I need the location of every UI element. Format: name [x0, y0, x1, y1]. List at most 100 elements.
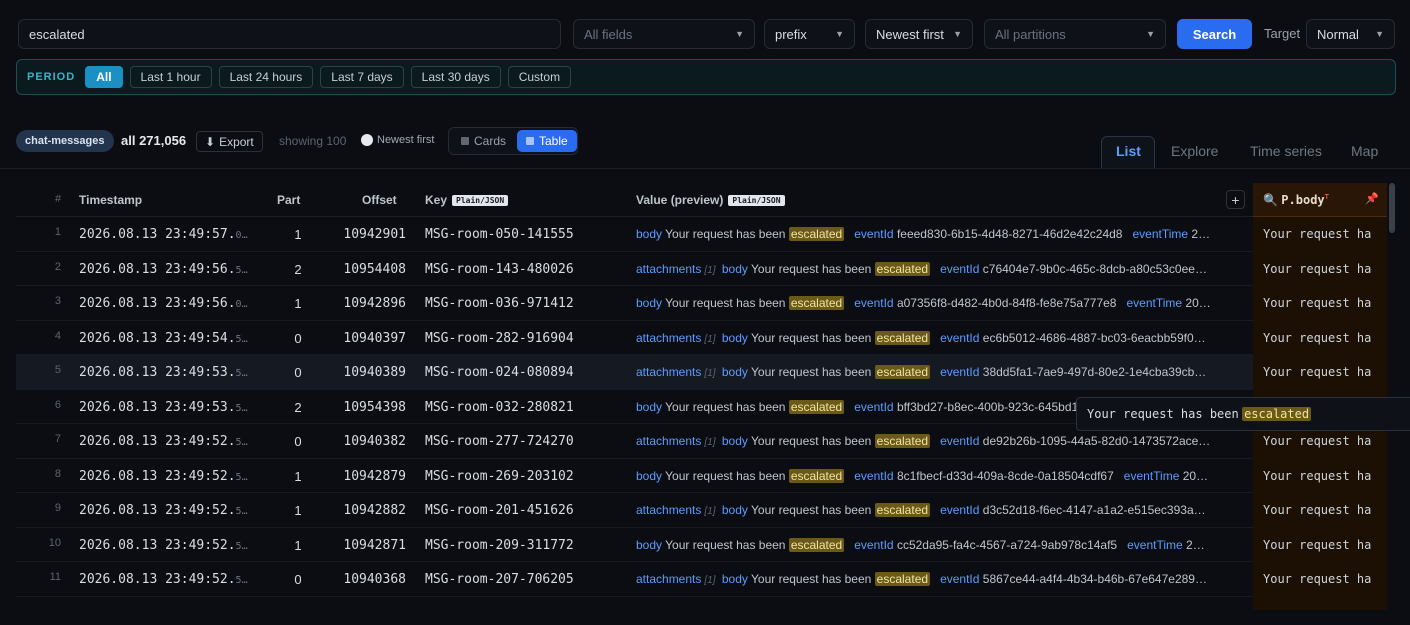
pinned-type-marker: T	[1324, 194, 1329, 201]
partitions-select[interactable]: All partitions ▼	[984, 19, 1166, 49]
pin-icon[interactable]: 📌	[1365, 192, 1379, 205]
timestamp-text: 2026.08.13 23:49:53.	[79, 399, 236, 415]
table-row[interactable]: 6 2026.08.13 23:49:53.5… 2 10954398 MSG-room…	[16, 390, 1253, 424]
pinned-body-cell[interactable]: Your request ha	[1263, 227, 1371, 241]
col-value[interactable]: Value (preview) Plain/JSON	[636, 193, 785, 207]
pinned-column-header[interactable]: 🔍 P.bodyT 📌	[1253, 183, 1387, 217]
row-number: 10	[48, 536, 61, 549]
topic-chip[interactable]: chat-messages	[16, 130, 114, 152]
pinned-body-cell[interactable]: Your request ha	[1263, 572, 1371, 586]
tooltip-text: Your request has been	[1087, 407, 1239, 421]
attachments-count: [1]	[704, 506, 716, 517]
body-key: body	[721, 434, 748, 448]
sort-label: Newest first	[876, 26, 944, 42]
timestamp-text: 2026.08.13 23:49:52.	[79, 537, 236, 553]
target-select[interactable]: Normal ▼	[1306, 19, 1395, 49]
match-highlight: escalated	[874, 261, 931, 276]
col-part[interactable]: Part	[277, 193, 300, 207]
eventtime-key: eventTime	[1132, 227, 1189, 241]
table-row[interactable]: 9 2026.08.13 23:49:52.5… 1 10942882 MSG-room…	[16, 493, 1253, 528]
eventtime-key: eventTime	[1123, 468, 1180, 483]
row-timestamp: 2026.08.13 23:49:53.5…	[79, 400, 248, 415]
tab-time-series[interactable]: Time series	[1250, 143, 1322, 159]
row-timestamp: 2026.08.13 23:49:53.5…	[79, 365, 248, 380]
order-toggle[interactable]: Newest first	[361, 134, 434, 146]
table-row[interactable]: 11 2026.08.13 23:49:52.5… 0 10940368 MSG-roo…	[16, 562, 1253, 597]
value-format-badge[interactable]: Plain/JSON	[728, 195, 785, 206]
period-option[interactable]: All	[85, 66, 123, 88]
timestamp-text: 2026.08.13 23:49:52.	[79, 434, 236, 449]
pinned-body-cell[interactable]: Your request ha	[1263, 503, 1371, 517]
search-button[interactable]: Search	[1177, 19, 1252, 49]
row-value-preview: attachments [1] body Your request has bee…	[636, 434, 1211, 448]
period-option[interactable]: Custom	[507, 66, 572, 88]
fields-select[interactable]: All fields ▼	[573, 19, 755, 49]
eventid-value: ec6b5012-4686-4887-bc03-6eacbb59f05…	[982, 330, 1211, 345]
col-key[interactable]: Key Plain/JSON	[425, 193, 509, 207]
pinned-body-cell[interactable]: Your request ha	[1263, 296, 1371, 310]
download-icon: ⬇	[205, 134, 216, 149]
search-query-text: escalated	[29, 26, 85, 42]
topic-name: chat-messages	[25, 135, 105, 147]
table-row[interactable]: 10 2026.08.13 23:49:52.5… 1 10942871 MSG-roo…	[16, 528, 1253, 562]
row-key: MSG-room-024-080894	[425, 365, 574, 380]
table-row[interactable]: 7 2026.08.13 23:49:52.5… 0 10940382 MSG-room…	[16, 424, 1253, 459]
tab-map[interactable]: Map	[1351, 143, 1378, 159]
eventid-value: a07356f8-d482-4b0d-84f8-fe8e75a777e8	[896, 296, 1117, 310]
view-table-button[interactable]: Table	[517, 130, 577, 152]
pinned-body-cell[interactable]: Your request ha	[1263, 434, 1371, 448]
row-key: MSG-room-282-916904	[425, 330, 574, 346]
pinned-body-cell[interactable]: Your request ha	[1263, 262, 1371, 276]
col-offset[interactable]: Offset	[362, 193, 397, 207]
body-key: body	[721, 572, 748, 586]
timestamp-text: 2026.08.13 23:49:57.	[79, 227, 236, 242]
table-row[interactable]: 1 2026.08.13 23:49:57.0… 1 10942901 MSG-room…	[16, 217, 1253, 252]
tab-explore[interactable]: Explore	[1171, 143, 1218, 159]
chevron-down-icon: ▼	[1146, 29, 1155, 39]
row-number: 11	[49, 571, 61, 583]
sort-select[interactable]: Newest first ▼	[865, 19, 973, 49]
eventid-value: 8c1fbecf-d33d-409a-8cde-0a18504cdf67	[896, 468, 1114, 483]
table-row[interactable]: 3 2026.08.13 23:49:56.0… 1 10942896 MSG-room…	[16, 286, 1253, 321]
eventtime-key: eventTime	[1127, 537, 1183, 552]
period-option[interactable]: Last 30 days	[410, 66, 501, 88]
period-option[interactable]: Last 1 hour	[129, 66, 212, 88]
tab-list[interactable]: List	[1116, 143, 1141, 159]
table-row[interactable]: 2 2026.08.13 23:49:56.5… 2 10954408 MSG-room…	[16, 252, 1253, 286]
table-row[interactable]: 8 2026.08.13 23:49:52.5… 1 10942879 MSG-room…	[16, 459, 1253, 493]
col-timestamp[interactable]: Timestamp	[79, 193, 142, 207]
pinned-column-name: P.body	[1281, 193, 1325, 207]
add-column-button[interactable]: +	[1226, 190, 1245, 209]
period-label: PERIOD	[27, 71, 76, 83]
eventid-key: eventId	[940, 365, 980, 379]
period-option[interactable]: Last 24 hours	[218, 66, 314, 88]
table-row[interactable]: 4 2026.08.13 23:49:54.5… 0 10940397 MSG-room…	[16, 321, 1253, 355]
body-key: body	[636, 537, 663, 552]
pinned-body-cell[interactable]: Your request ha	[1263, 365, 1371, 379]
body-key: body	[636, 227, 663, 241]
row-value-preview: body Your request has been escalated eve…	[636, 537, 1211, 552]
match-mode-select[interactable]: prefix ▼	[764, 19, 855, 49]
timestamp-fraction: 0…	[235, 299, 248, 310]
row-value-preview: body Your request has been escalated eve…	[636, 227, 1211, 241]
export-button[interactable]: ⬇ Export	[196, 131, 263, 152]
pinned-body-cell[interactable]: Your request ha	[1263, 469, 1371, 483]
match-highlight: escalated	[788, 399, 845, 414]
table-header: # Timestamp Part Offset Key Plain/JSON Va…	[16, 183, 1253, 217]
showing-count: showing 100	[279, 134, 347, 148]
period-option[interactable]: Last 7 days	[320, 66, 404, 88]
row-partition: 1	[294, 468, 302, 484]
search-input[interactable]: escalated	[18, 19, 561, 49]
pinned-body-cell[interactable]: Your request ha	[1263, 331, 1371, 345]
view-table-label: Table	[539, 134, 568, 148]
pinned-body-cell[interactable]: Your request ha	[1263, 538, 1371, 552]
table-row[interactable]: 5 2026.08.13 23:49:53.5… 0 10940389 MSG-room…	[16, 355, 1253, 390]
timestamp-fraction: 5…	[235, 540, 248, 552]
attachments-key: attachments	[636, 434, 702, 448]
view-cards-button[interactable]: Cards	[452, 130, 515, 152]
scrollbar-thumb[interactable]	[1389, 183, 1395, 233]
scrollbar[interactable]	[1388, 183, 1396, 243]
eventtime-value: 202…	[1185, 296, 1211, 310]
key-format-badge[interactable]: Plain/JSON	[452, 195, 509, 206]
body-key: body	[721, 503, 748, 517]
